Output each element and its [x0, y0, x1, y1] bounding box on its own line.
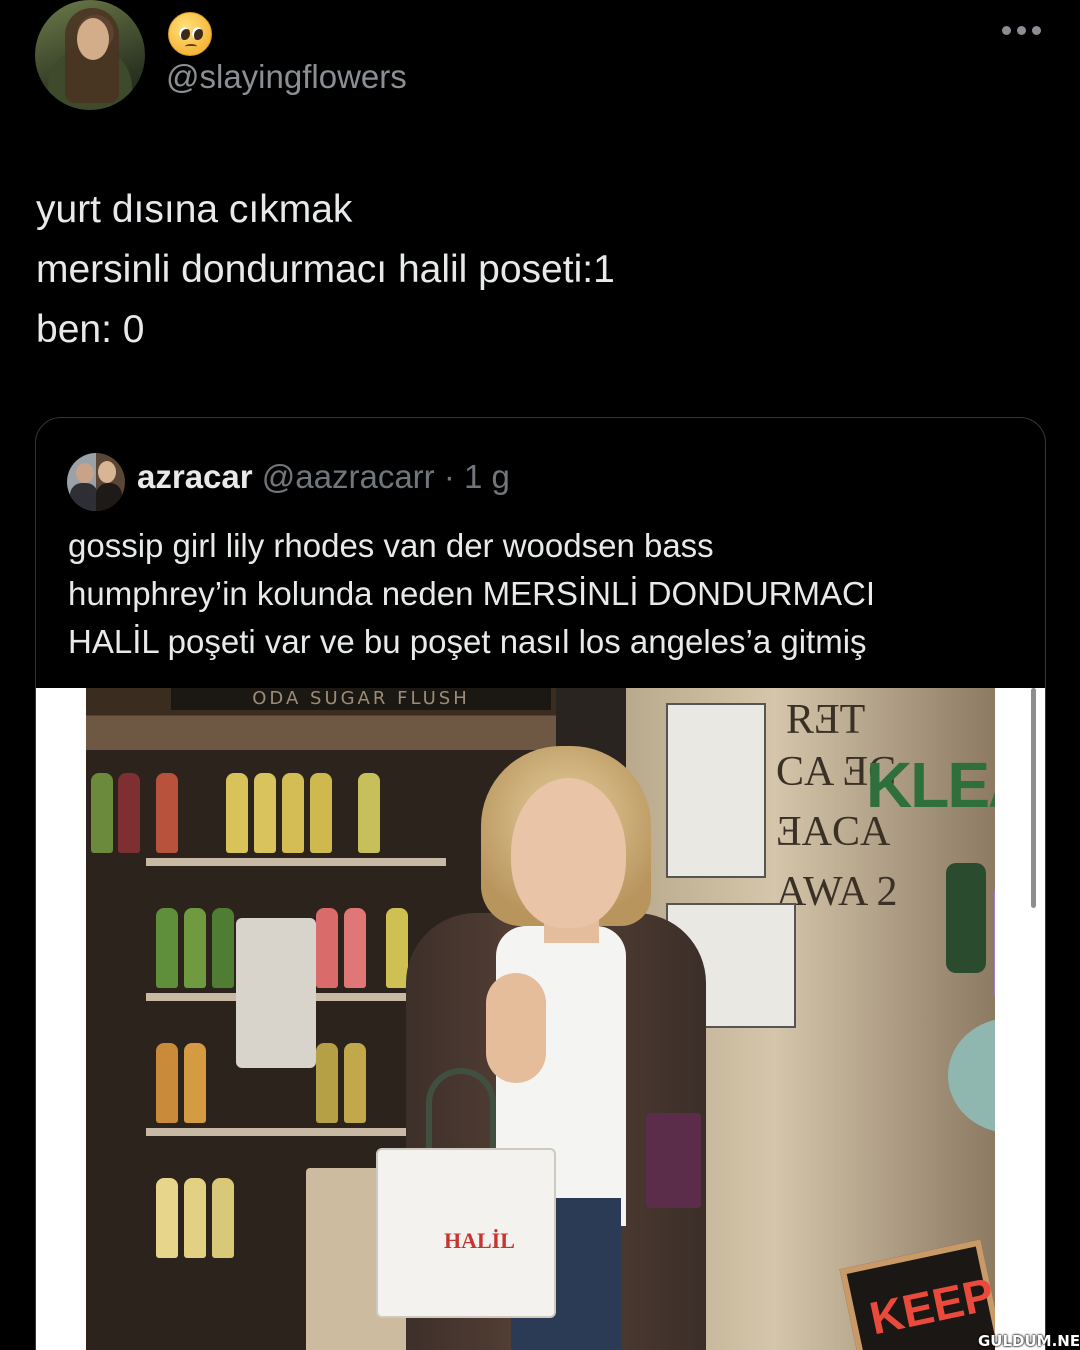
- avatar-face: [76, 463, 94, 483]
- quoted-timestamp: · 1 g: [443, 458, 510, 495]
- emoji-eye-left: [179, 27, 190, 40]
- bottle: [310, 773, 332, 853]
- storefront-text: RƎT: [786, 697, 866, 743]
- bottle: [344, 908, 366, 988]
- quoted-author-name[interactable]: azracar: [137, 458, 253, 495]
- bottle: [156, 1178, 178, 1258]
- bag-logo: HALİL: [444, 1228, 515, 1253]
- bottle: [344, 1043, 366, 1123]
- avatar-figure: [96, 483, 122, 511]
- pleading-face-icon: [168, 12, 212, 56]
- more-options-icon[interactable]: [1000, 24, 1044, 38]
- bottle: [156, 773, 178, 853]
- avatar-face: [98, 461, 116, 483]
- drink-cup: [646, 1113, 701, 1208]
- bottle: [994, 883, 995, 1003]
- emoji-mouth: [185, 44, 197, 49]
- bottle: [156, 908, 178, 988]
- shelf-sign: ODA SUGAR FLUSH: [171, 688, 551, 710]
- shelf: [146, 1128, 446, 1136]
- more-dot: [1002, 26, 1011, 35]
- scrollbar[interactable]: [1031, 688, 1036, 908]
- bottle: [184, 1178, 206, 1258]
- quoted-line: gossip girl lily rhodes van der woodsen …: [68, 527, 714, 564]
- author-avatar[interactable]: [35, 0, 145, 110]
- quoted-tweet-card[interactable]: azracar @aazracarr · 1 g gossip girl lil…: [35, 417, 1046, 1350]
- bottle: [184, 1043, 206, 1123]
- woman-face: [511, 778, 626, 928]
- bottle: [254, 773, 276, 853]
- store-poster: [666, 703, 766, 878]
- bottle: [946, 863, 986, 973]
- emoji-eye-right: [192, 27, 203, 40]
- bottle: [212, 1178, 234, 1258]
- more-dot: [1017, 26, 1026, 35]
- author-handle[interactable]: @slayingflowers: [166, 58, 407, 96]
- avatar-face: [77, 18, 109, 60]
- food-bowl: [948, 1018, 995, 1133]
- bottle: [316, 908, 338, 988]
- woman-hand: [486, 973, 546, 1083]
- bottle: [386, 908, 408, 988]
- tweet-line: ben: 0: [36, 308, 145, 351]
- bottle: [212, 908, 234, 988]
- bottle: [118, 773, 140, 853]
- bottle: [358, 773, 380, 853]
- shelf: [146, 858, 446, 866]
- more-dot: [1032, 26, 1041, 35]
- quoted-author-avatar[interactable]: [67, 453, 125, 511]
- media-photo[interactable]: ODA SUGAR FLUSH RƎT CA ƎC ƎACA AWA 2 KLE…: [86, 688, 995, 1350]
- avatar-figure: [70, 483, 98, 511]
- bottle: [282, 773, 304, 853]
- bottle: [156, 1043, 178, 1123]
- sanitizer-dispenser: [236, 918, 316, 1068]
- bottle: [91, 773, 113, 853]
- quoted-tweet-text: gossip girl lily rhodes van der woodsen …: [68, 522, 1028, 666]
- quoted-media[interactable]: ODA SUGAR FLUSH RƎT CA ƎC ƎACA AWA 2 KLE…: [36, 688, 1045, 1350]
- tweet-line: mersinli dondurmacı halil poseti:1: [36, 248, 615, 291]
- store-brand: KLEA: [866, 749, 995, 821]
- watermark: GULDUM.NET: [978, 1332, 1080, 1350]
- quoted-header: azracar @aazracarr · 1 g: [137, 458, 510, 496]
- bottle: [316, 1043, 338, 1123]
- bottle: [226, 773, 248, 853]
- bottle: [184, 908, 206, 988]
- quoted-line: HALİL poşeti var ve bu poşet nasıl los a…: [68, 623, 867, 660]
- quoted-author-handle[interactable]: @aazracarr: [262, 458, 435, 495]
- tweet-line: yurt dısına cıkmak: [36, 188, 353, 231]
- quoted-line: humphrey’in kolunda neden MERSİNLİ DONDU…: [68, 575, 875, 612]
- tweet-text: yurt dısına cıkmak mersinli dondurmacı h…: [36, 180, 615, 360]
